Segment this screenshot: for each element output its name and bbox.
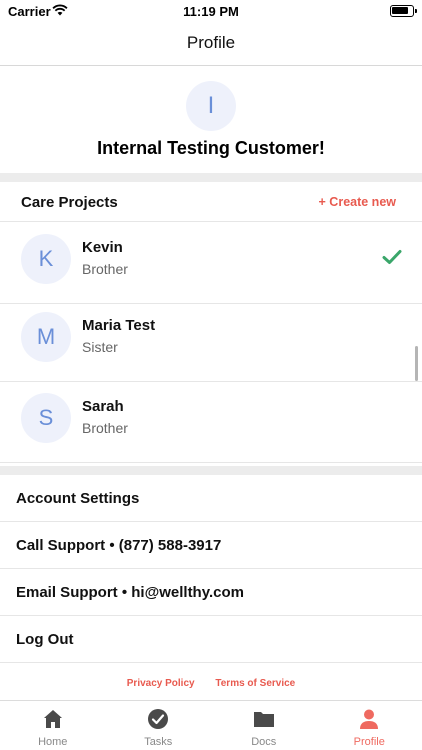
tab-tasks-label: Tasks <box>144 736 173 748</box>
battery-icon <box>390 5 417 17</box>
project-relation: Sister <box>82 339 118 355</box>
log-out-row[interactable]: Log Out <box>0 616 422 663</box>
footer-links: Privacy Policy Terms of Service <box>0 678 422 689</box>
tab-tasks[interactable]: Tasks <box>106 701 212 750</box>
care-projects-header: Care Projects + Create new <box>0 182 422 222</box>
page-title: Profile <box>186 33 236 52</box>
email-support-label: Email Support • hi@wellthy.com <box>16 584 244 601</box>
project-relation: Brother <box>82 261 128 277</box>
profile-avatar: I <box>186 81 236 131</box>
care-project-item-sarah[interactable]: S Sarah Brother <box>0 381 422 463</box>
log-out-label: Log Out <box>16 631 74 648</box>
account-settings-row[interactable]: Account Settings <box>0 475 422 522</box>
account-settings-label: Account Settings <box>16 490 140 507</box>
call-support-row[interactable]: Call Support • (877) 588-3917 <box>0 522 422 569</box>
care-project-item-maria-test[interactable]: M Maria Test Sister <box>0 300 422 382</box>
tab-docs-label: Docs <box>251 736 277 748</box>
tab-profile[interactable]: Profile <box>317 701 422 750</box>
person-icon <box>360 709 379 729</box>
checkmark-icon <box>382 250 402 264</box>
avatar: M <box>21 312 71 362</box>
profile-name: Internal Testing Customer! <box>97 138 325 158</box>
home-icon <box>43 710 62 728</box>
create-new-button[interactable]: + Create new <box>319 195 396 209</box>
nav-divider <box>0 65 422 66</box>
section-separator <box>0 466 422 475</box>
tab-home[interactable]: Home <box>0 701 106 750</box>
section-separator <box>0 173 422 182</box>
scroll-indicator[interactable] <box>415 346 418 381</box>
avatar: S <box>21 393 71 443</box>
tab-profile-label: Profile <box>353 736 385 748</box>
project-name: Kevin <box>82 239 123 256</box>
tab-bar: Home Tasks Docs Profile <box>0 700 422 750</box>
care-projects-title: Care Projects <box>21 194 118 211</box>
project-name: Sarah <box>82 398 124 415</box>
project-name: Maria Test <box>82 317 156 334</box>
avatar: K <box>21 234 71 284</box>
folder-icon <box>253 712 274 727</box>
project-relation: Brother <box>82 420 128 436</box>
privacy-policy-link[interactable]: Privacy Policy <box>127 678 195 689</box>
check-circle-icon <box>148 709 169 729</box>
terms-of-service-link[interactable]: Terms of Service <box>215 678 295 689</box>
status-bar: Carrier 11:19 PM <box>0 0 422 22</box>
tab-docs[interactable]: Docs <box>211 701 317 750</box>
clock: 11:19 PM <box>183 4 239 19</box>
email-support-row[interactable]: Email Support • hi@wellthy.com <box>0 569 422 616</box>
call-support-label: Call Support • (877) 588-3917 <box>16 537 222 554</box>
tab-home-label: Home <box>38 736 68 748</box>
care-project-item-kevin[interactable]: K Kevin Brother <box>0 222 422 304</box>
